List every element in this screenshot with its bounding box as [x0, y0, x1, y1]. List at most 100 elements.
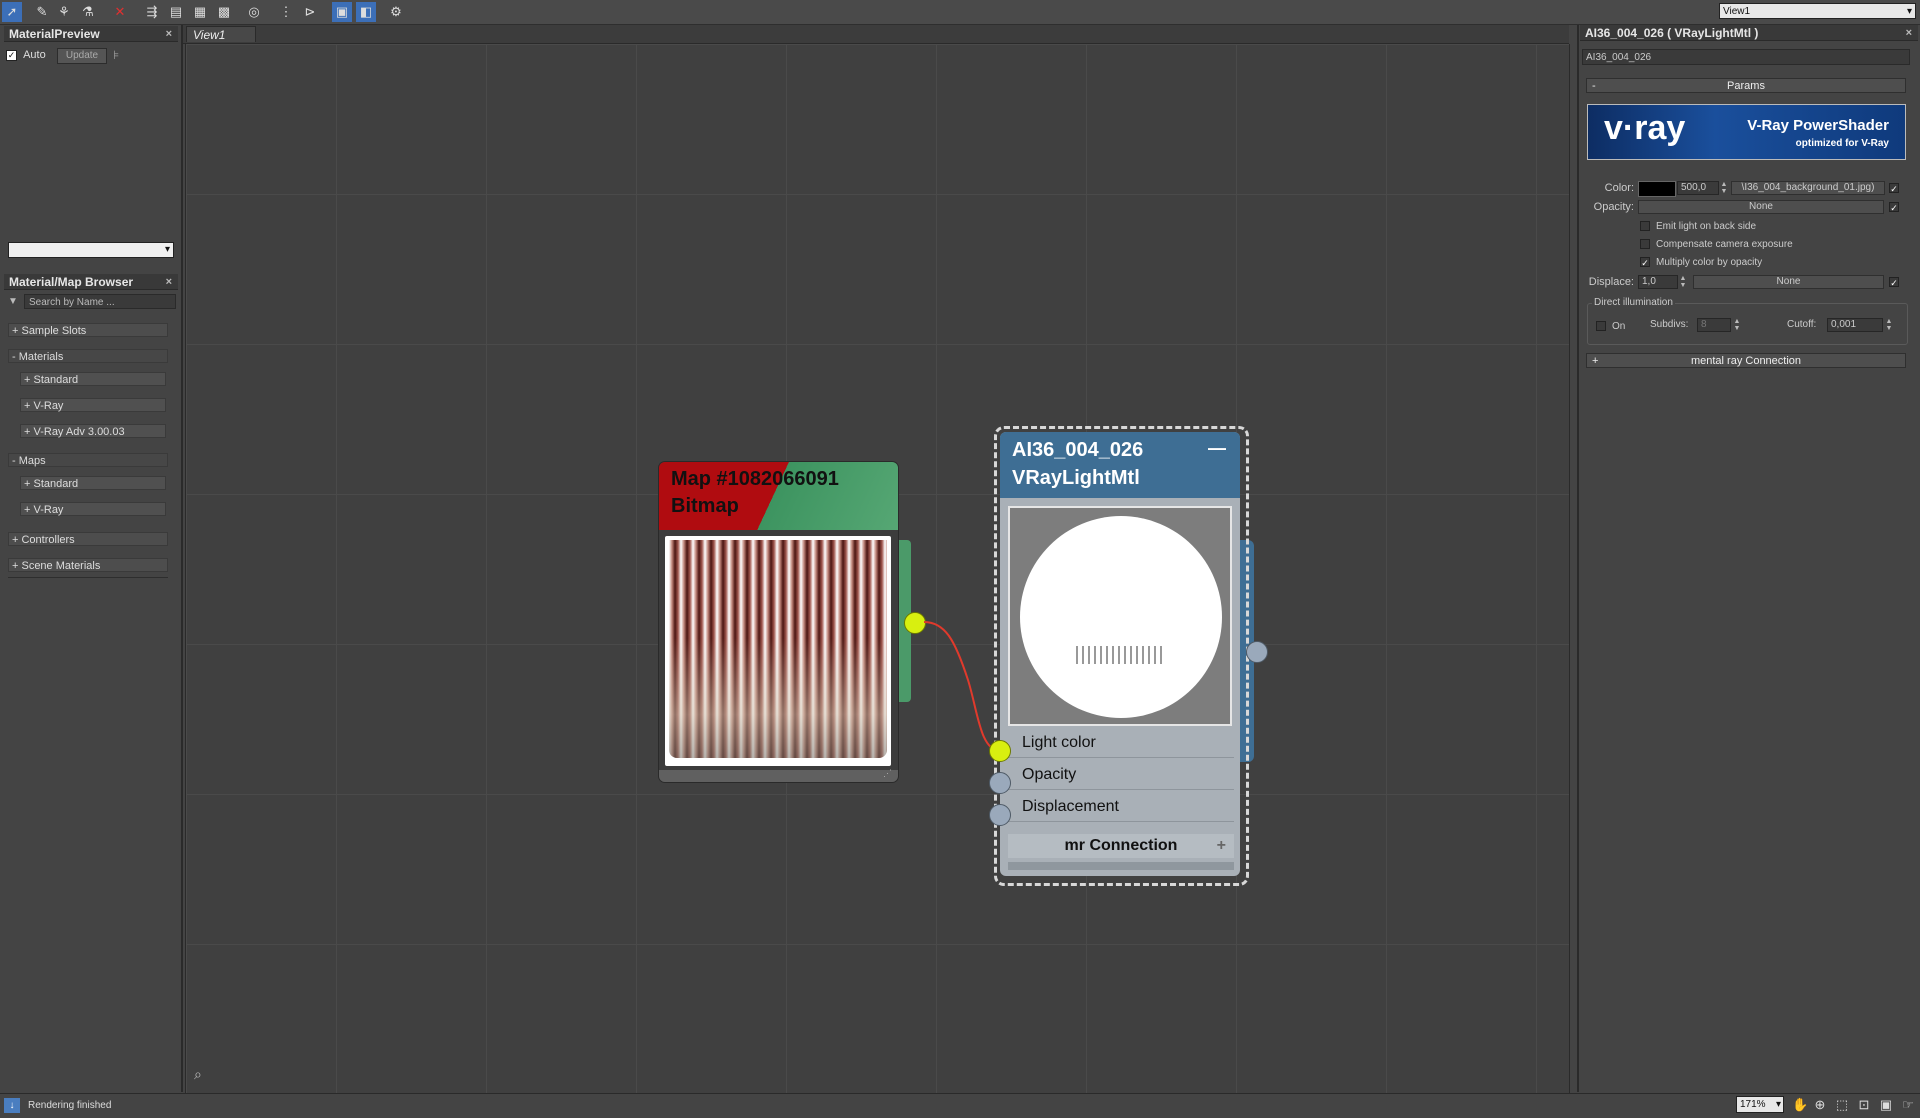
expand-icon[interactable]: +	[1217, 834, 1226, 858]
browser-item-maps[interactable]: - Maps	[8, 453, 168, 467]
slot-light-color[interactable]: Light color	[1008, 728, 1234, 758]
zoom-extents-icon[interactable]: ⊡	[1856, 1097, 1872, 1113]
opacity-label: Opacity:	[1593, 201, 1634, 213]
layout-all-icon[interactable]: ⋮	[276, 2, 296, 22]
auto-check-icon[interactable]: ✓	[6, 49, 17, 61]
main-toolbar: ➚ ✎ ⚘ ⚗ ✕ ⇶ ▤ ▦ ▩ ◎ ⋮ ⊳ ▣ ◧ ⚙	[0, 0, 1920, 25]
browser-item-sample-slots[interactable]: + Sample Slots	[8, 323, 168, 337]
auto-checkbox[interactable]: ✓ Auto	[6, 49, 46, 61]
tab-view1[interactable]: View1	[186, 26, 256, 42]
browser-item-scene-materials[interactable]: + Scene Materials	[8, 558, 168, 572]
view-dropdown-value: View1	[1723, 6, 1751, 17]
spinner-icon[interactable]: ▲ ▼	[1885, 318, 1893, 332]
select-by-material-icon[interactable]: ⚙	[386, 2, 406, 22]
color-label: Color:	[1604, 182, 1634, 194]
multiply-checkbox[interactable]: ✓	[1640, 257, 1650, 268]
color-multiplier-field[interactable]: 500,0	[1677, 181, 1719, 195]
show-background-icon[interactable]: ▩	[214, 2, 234, 22]
expand-icon[interactable]: +	[1592, 354, 1598, 369]
minimize-button[interactable]: —	[1208, 438, 1226, 459]
close-icon[interactable]: ×	[166, 26, 172, 42]
resize-grip-icon[interactable]: ⋰	[883, 768, 892, 779]
zoom-extents-selected-icon[interactable]: ▣	[1878, 1097, 1894, 1113]
preview-options-icon[interactable]: ⊧	[113, 48, 119, 62]
cutoff-label: Cutoff:	[1787, 319, 1817, 330]
bitmap-output-port[interactable]	[904, 612, 926, 634]
opacity-map-button[interactable]: None	[1638, 200, 1884, 214]
parameter-editor-icon[interactable]: ◧	[356, 2, 376, 22]
displace-map-button[interactable]: None	[1693, 275, 1884, 289]
browser-item-maps-vray[interactable]: + V-Ray	[20, 502, 166, 516]
material-name-field[interactable]: AI36_004_026	[1582, 49, 1910, 65]
pan-hand-icon[interactable]: ✋	[1792, 1097, 1808, 1113]
emit-back-checkbox[interactable]	[1640, 221, 1650, 231]
bitmap-node-name: Map #1082066091	[671, 468, 839, 490]
put-material-icon[interactable]: ⚗	[78, 2, 98, 22]
banner-title: V-Ray PowerShader	[1747, 117, 1889, 134]
bitmap-node-header[interactable]: Map #1082066091 Bitmap	[659, 462, 898, 530]
show-map-icon[interactable]: ▦	[190, 2, 210, 22]
layout-icon[interactable]: ◎	[244, 2, 264, 22]
params-rollout-header[interactable]: - Params	[1586, 78, 1906, 93]
mental-ray-rollout-label: mental ray Connection	[1690, 355, 1802, 367]
color-map-button[interactable]: \I36_004_background_01.jpg)	[1731, 181, 1885, 195]
zoom-dropdown[interactable]: 171% ▾	[1736, 1096, 1784, 1113]
browser-item-controllers[interactable]: + Controllers	[8, 532, 168, 546]
vray-node-header[interactable]: AI36_004_026 VRayLightMtl —	[1000, 432, 1240, 498]
spinner-icon[interactable]: ▲ ▼	[1679, 275, 1687, 289]
material-map-navigator-icon[interactable]: ▣	[332, 2, 352, 22]
browser-item-materials[interactable]: - Materials	[8, 349, 168, 363]
mental-ray-rollout-header[interactable]: + mental ray Connection	[1586, 353, 1906, 368]
layout-children-icon[interactable]: ⊳	[300, 2, 320, 22]
subdivs-field[interactable]: 8	[1697, 318, 1731, 332]
color-map-checkbox[interactable]: ✓	[1889, 183, 1899, 194]
bitmap-node[interactable]: Map #1082066091 Bitmap ⋰	[659, 462, 898, 782]
displace-field[interactable]: 1,0	[1638, 275, 1678, 289]
spinner-icon[interactable]: ▲ ▼	[1720, 181, 1728, 195]
bitmap-node-type: Bitmap	[671, 495, 739, 517]
get-material-icon[interactable]: ⚘	[54, 2, 74, 22]
compensate-checkbox[interactable]	[1640, 239, 1650, 249]
light-color-input-port[interactable]	[989, 740, 1011, 762]
select-tool-icon[interactable]: ➚	[2, 2, 22, 22]
color-swatch[interactable]	[1638, 181, 1676, 197]
displacement-input-port[interactable]	[989, 804, 1011, 826]
opacity-map-checkbox[interactable]: ✓	[1889, 202, 1899, 213]
browser-item-materials-standard[interactable]: + Standard	[20, 372, 166, 386]
material-preview-header: MaterialPreview ×	[4, 26, 178, 42]
hide-unused-icon[interactable]: ▤	[166, 2, 186, 22]
browser-item-materials-vray[interactable]: + V-Ray	[20, 398, 166, 412]
close-icon[interactable]: ×	[166, 274, 172, 290]
delete-icon[interactable]: ✕	[110, 2, 130, 22]
vray-node-name: AI36_004_026	[1012, 439, 1144, 461]
zoom-region-icon[interactable]: ⬚	[1834, 1097, 1850, 1113]
preview-dropdown[interactable]: ▾	[8, 242, 174, 258]
browser-item-maps-standard[interactable]: + Standard	[20, 476, 166, 490]
view-dropdown[interactable]: View1 ▾	[1719, 3, 1916, 19]
close-icon[interactable]: ×	[1906, 25, 1912, 41]
slot-displacement[interactable]: Displacement	[1008, 792, 1234, 822]
browser-item-materials-vray-adv[interactable]: + V-Ray Adv 3.00.03	[20, 424, 166, 438]
slot-opacity[interactable]: Opacity	[1008, 760, 1234, 790]
move-children-icon[interactable]: ⇶	[142, 2, 162, 22]
material-browser-title: Material/Map Browser	[9, 275, 134, 289]
zoom-icon[interactable]: ⊕	[1812, 1097, 1828, 1113]
vray-output-port[interactable]	[1246, 641, 1268, 663]
pick-material-icon[interactable]: ✎	[32, 2, 52, 22]
collapse-icon[interactable]: -	[1592, 79, 1596, 94]
filter-icon[interactable]: ▼	[8, 296, 18, 307]
spinner-icon[interactable]: ▲ ▼	[1733, 318, 1741, 332]
browser-divider	[8, 577, 168, 578]
displace-map-checkbox[interactable]: ✓	[1889, 277, 1899, 288]
update-button[interactable]: Update	[57, 48, 107, 64]
binoculars-icon[interactable]: ⌕	[194, 1066, 202, 1083]
preview-sphere	[1020, 516, 1222, 718]
mr-connection-label: mr Connection	[1064, 837, 1178, 854]
direct-on-checkbox[interactable]	[1596, 321, 1606, 331]
search-input[interactable]: Search by Name ...	[24, 294, 176, 309]
vray-light-mtl-node[interactable]: AI36_004_026 VRayLightMtl — Light color …	[1000, 432, 1240, 876]
pan-to-selected-icon[interactable]: ☞	[1900, 1097, 1916, 1113]
cutoff-field[interactable]: 0,001	[1827, 318, 1883, 332]
mr-connection-row[interactable]: mr Connection +	[1008, 834, 1234, 858]
opacity-input-port[interactable]	[989, 772, 1011, 794]
